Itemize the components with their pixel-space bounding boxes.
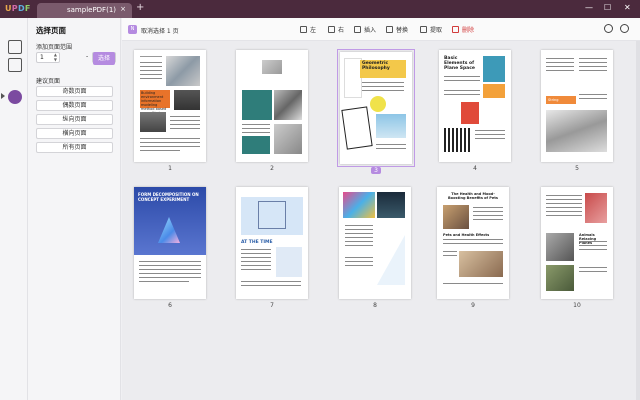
- page-number-2: 2: [270, 165, 274, 172]
- page-number-3: 3: [340, 167, 412, 174]
- edit-icon[interactable]: [8, 58, 22, 72]
- app-logo: UPDF: [5, 4, 31, 13]
- organize-pages-icon[interactable]: [8, 90, 22, 104]
- page-number-7: 7: [270, 302, 274, 309]
- panel-title: 选择页面: [36, 26, 66, 35]
- even-pages-button[interactable]: 偶数页面: [36, 100, 113, 111]
- page-5-tag: String: [548, 98, 559, 102]
- page-thumbnail-grid: Building environment information modelin…: [122, 41, 640, 400]
- deselect-link[interactable]: 取消选择 1 页: [141, 26, 179, 35]
- organize-toolbar: N 取消选择 1 页 左 右 插入 替换 提取 删除: [122, 18, 640, 41]
- rotate-right-button[interactable]: 右: [328, 25, 344, 34]
- close-window-icon[interactable]: ✕: [624, 3, 631, 13]
- extract-label: 提取: [430, 27, 443, 34]
- page-thumbnail-7[interactable]: AT THE TIME: [236, 187, 308, 299]
- extract-button[interactable]: 提取: [420, 25, 442, 34]
- maximize-icon[interactable]: ☐: [604, 3, 611, 13]
- extract-icon: [420, 26, 427, 33]
- suggested-pages-label: 建议页面: [36, 78, 61, 85]
- page-7-title: AT THE TIME: [241, 240, 273, 245]
- side-icon-bar: [0, 18, 28, 400]
- page-number-8: 8: [373, 302, 377, 309]
- insert-label: 插入: [364, 27, 377, 34]
- select-button[interactable]: 选择: [93, 52, 115, 65]
- page-6-title: FORM DECOMPOSITION ON CONCEPT EXPERIMENT: [138, 192, 199, 202]
- reader-icon[interactable]: [8, 40, 22, 54]
- zoom-out-icon[interactable]: [604, 24, 613, 33]
- replace-icon: [386, 26, 393, 33]
- page-number-4: 4: [473, 165, 477, 172]
- delete-label: 删除: [462, 27, 475, 34]
- minimize-icon[interactable]: —: [585, 3, 593, 13]
- replace-label: 替换: [396, 27, 409, 34]
- page-thumbnail-8[interactable]: [339, 187, 411, 299]
- page-number-10: 10: [573, 302, 581, 309]
- page-thumbnail-3[interactable]: Geometric Philosophy: [337, 49, 415, 167]
- page-9-subtitle: Pets and Health Effects: [443, 233, 490, 237]
- rotate-right-label: 右: [338, 27, 345, 34]
- page-thumbnail-6[interactable]: FORM DECOMPOSITION ON CONCEPT EXPERIMENT: [134, 187, 206, 299]
- select-pages-panel: 选择页面 添加页面范围 1 ▲▼ - 1 ▲▼ 选择 建议页面 奇数页面 偶数页…: [28, 18, 121, 400]
- document-tab[interactable]: samplePDF(1) ×: [37, 3, 132, 18]
- range-from-input[interactable]: 1 ▲ ▼: [36, 52, 60, 63]
- rotate-left-button[interactable]: 左: [300, 25, 316, 34]
- new-tab-icon[interactable]: +: [136, 3, 144, 13]
- rotate-left-label: 左: [310, 27, 317, 34]
- page-number-1: 1: [168, 165, 172, 172]
- page-10-subtitle: Animals Relaxing Planes: [579, 233, 597, 245]
- page-thumbnail-5[interactable]: String: [541, 50, 613, 162]
- spinner-icon[interactable]: ▲▼: [54, 52, 57, 62]
- replace-button[interactable]: 替换: [386, 25, 408, 34]
- page-thumbnail-2[interactable]: [236, 50, 308, 162]
- page-9-title: The Health and Mood-Boosting Benefits of…: [448, 192, 498, 200]
- rotate-right-icon: [328, 26, 335, 33]
- landscape-pages-button[interactable]: 横向页面: [36, 128, 113, 139]
- odd-pages-button[interactable]: 奇数页面: [36, 86, 113, 97]
- zoom-in-icon[interactable]: [620, 24, 629, 33]
- page-thumbnail-4[interactable]: Basic Elements of Plane Space: [439, 50, 511, 162]
- range-dash: -: [86, 53, 89, 60]
- page-thumbnail-10[interactable]: Animals Relaxing Planes: [541, 187, 613, 299]
- title-bar: UPDF samplePDF(1) × + — ☐ ✕: [0, 0, 640, 18]
- page-thumbnail-1[interactable]: Building environment information modelin…: [134, 50, 206, 162]
- tab-title: samplePDF(1): [67, 6, 117, 14]
- delete-button[interactable]: 删除: [452, 25, 474, 34]
- insert-icon: [354, 26, 361, 33]
- range-from-value: 1: [40, 54, 44, 61]
- expand-arrow-icon[interactable]: [1, 93, 5, 99]
- delete-icon: [452, 26, 459, 33]
- tab-close-icon[interactable]: ×: [120, 5, 126, 13]
- vertical-scrollbar[interactable]: [636, 41, 640, 400]
- insert-button[interactable]: 插入: [354, 25, 376, 34]
- rotate-left-icon: [300, 26, 307, 33]
- page-number-3-badge: 3: [371, 167, 381, 174]
- page-4-title: Basic Elements of Plane Space: [444, 56, 475, 71]
- page-number-9: 9: [471, 302, 475, 309]
- page-thumbnail-9[interactable]: The Health and Mood-Boosting Benefits of…: [437, 187, 509, 299]
- page-3-title: Geometric Philosophy: [362, 61, 390, 71]
- portrait-pages-button[interactable]: 纵向页面: [36, 114, 113, 125]
- page-number-5: 5: [575, 165, 579, 172]
- all-pages-button[interactable]: 所有页面: [36, 142, 113, 153]
- range-label: 添加页面范围: [36, 44, 73, 51]
- page-number-6: 6: [168, 302, 172, 309]
- selection-badge: N: [128, 25, 137, 34]
